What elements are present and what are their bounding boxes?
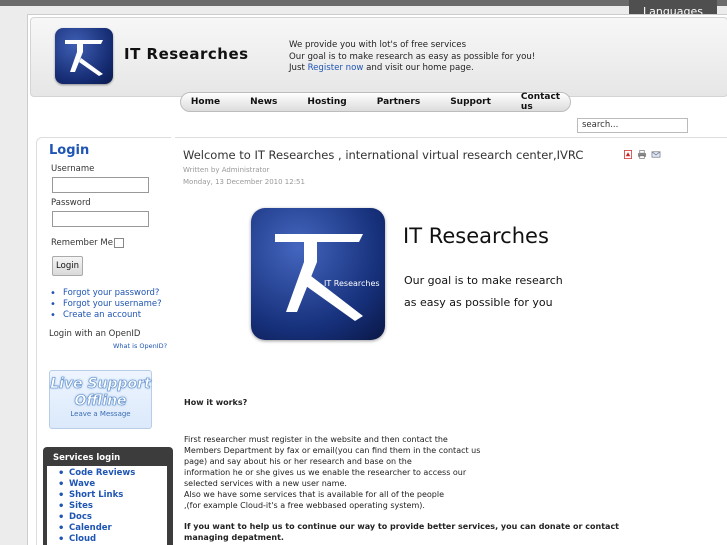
- what-is-openid-link[interactable]: What is OpenID?: [113, 342, 167, 350]
- login-title: Login: [49, 143, 90, 158]
- search-input[interactable]: search...: [577, 118, 688, 133]
- donate-paragraph: If you want to help us to continue our w…: [184, 522, 620, 542]
- how-it-works-heading: How it works?: [184, 398, 248, 407]
- nav-support[interactable]: Support: [435, 97, 506, 107]
- service-wave[interactable]: Wave: [58, 479, 135, 490]
- left-sidebar: Login Username Password Remember Me Logi…: [36, 137, 173, 545]
- service-code-reviews[interactable]: Code Reviews: [58, 468, 135, 479]
- service-cloud[interactable]: Cloud: [58, 534, 135, 545]
- top-bar: [0, 0, 727, 6]
- site-logo[interactable]: [55, 28, 113, 84]
- print-icon[interactable]: [637, 150, 647, 159]
- article-date: Monday, 13 December 2010 12:51: [183, 178, 305, 186]
- username-field[interactable]: [52, 177, 149, 193]
- password-field[interactable]: [52, 211, 149, 227]
- paragraph-line: First researcher must register in the we…: [184, 435, 448, 444]
- forgot-password-link[interactable]: Forgot your password?: [50, 288, 162, 299]
- login-links: Forgot your password? Forgot your userna…: [50, 288, 162, 321]
- banner-logo-mark-icon: IT Researches: [275, 234, 380, 321]
- site-title: IT Researches: [124, 45, 249, 63]
- live-support-button[interactable]: Live Support Offline Leave a Message: [49, 370, 152, 429]
- password-label: Password: [51, 198, 91, 208]
- banner-goal-line-2: as easy as possible for you: [404, 296, 553, 309]
- banner-goal-line-1: Our goal is to make research: [404, 274, 563, 287]
- login-button[interactable]: Login: [52, 256, 83, 276]
- services-list: Code Reviews Wave Short Links Sites Docs…: [58, 468, 135, 545]
- nav-hosting[interactable]: Hosting: [292, 97, 361, 107]
- tagline-line-2: Our goal is to make research as easy as …: [289, 51, 536, 62]
- paragraph-line: selected services with a new user name.: [184, 479, 347, 488]
- tagline-line-3-pre: Just: [289, 63, 308, 73]
- create-account-link[interactable]: Create an account: [50, 310, 162, 321]
- paragraph-line: page) and say about his or her research …: [184, 457, 412, 466]
- service-short-links[interactable]: Short Links: [58, 490, 135, 501]
- tagline-line-3-post: and visit our home page.: [363, 63, 474, 73]
- nav-home[interactable]: Home: [176, 97, 235, 107]
- live-support-line-1: Live Support: [50, 376, 151, 393]
- live-support-line-2: Offline: [74, 393, 127, 410]
- nav-partners[interactable]: Partners: [362, 97, 435, 107]
- remember-me-checkbox[interactable]: [114, 238, 124, 248]
- username-label: Username: [51, 164, 95, 174]
- services-login-module: Services login Code Reviews Wave Short L…: [43, 447, 173, 545]
- nav-contact-us[interactable]: Contact us: [506, 92, 575, 112]
- email-icon[interactable]: [651, 150, 661, 159]
- page-wrapper: IT Researches We provide you with lot's …: [27, 14, 727, 545]
- remember-me-label: Remember Me: [51, 238, 113, 248]
- header-tagline: We provide you with lot's of free servic…: [289, 40, 535, 75]
- banner-logo: IT Researches: [251, 208, 385, 340]
- paragraph-line: ,(for example Cloud-it's a free webbased…: [184, 501, 425, 510]
- banner-title: IT Researches: [403, 224, 549, 248]
- openid-login-link[interactable]: Login with an OpenID: [49, 329, 140, 339]
- main-content: Welcome to IT Researches , international…: [175, 137, 727, 545]
- register-now-link[interactable]: Register now: [308, 63, 364, 73]
- service-docs[interactable]: Docs: [58, 512, 135, 523]
- paragraph-line: Members Department by fax or email(you c…: [184, 446, 481, 455]
- live-support-line-3: Leave a Message: [70, 410, 131, 418]
- service-calender[interactable]: Calender: [58, 523, 135, 534]
- services-list-panel: Code Reviews Wave Short Links Sites Docs…: [47, 466, 167, 545]
- banner-logo-text: IT Researches: [324, 279, 380, 288]
- article-tools: [623, 150, 661, 159]
- paragraph-line: Also we have some services that is avail…: [184, 490, 445, 499]
- service-sites[interactable]: Sites: [58, 501, 135, 512]
- logo-mark-icon: [65, 40, 103, 76]
- forgot-username-link[interactable]: Forgot your username?: [50, 299, 162, 310]
- article-title[interactable]: Welcome to IT Researches , international…: [183, 148, 583, 162]
- article-author: Written by Administrator: [183, 166, 270, 174]
- nav-news[interactable]: News: [235, 97, 292, 107]
- tagline-line-1: We provide you with lot's of free servic…: [289, 40, 467, 50]
- tagline-line-3: Just Register now and visit our home pag…: [289, 63, 535, 75]
- pdf-icon[interactable]: [623, 150, 633, 159]
- paragraph-line: information he or she gives us we enable…: [184, 468, 467, 477]
- main-nav: Home News Hosting Partners Support Conta…: [180, 92, 571, 112]
- site-header: IT Researches We provide you with lot's …: [30, 17, 727, 97]
- services-login-title: Services login: [53, 453, 121, 463]
- how-it-works-paragraph: First researcher must register in the we…: [184, 434, 484, 511]
